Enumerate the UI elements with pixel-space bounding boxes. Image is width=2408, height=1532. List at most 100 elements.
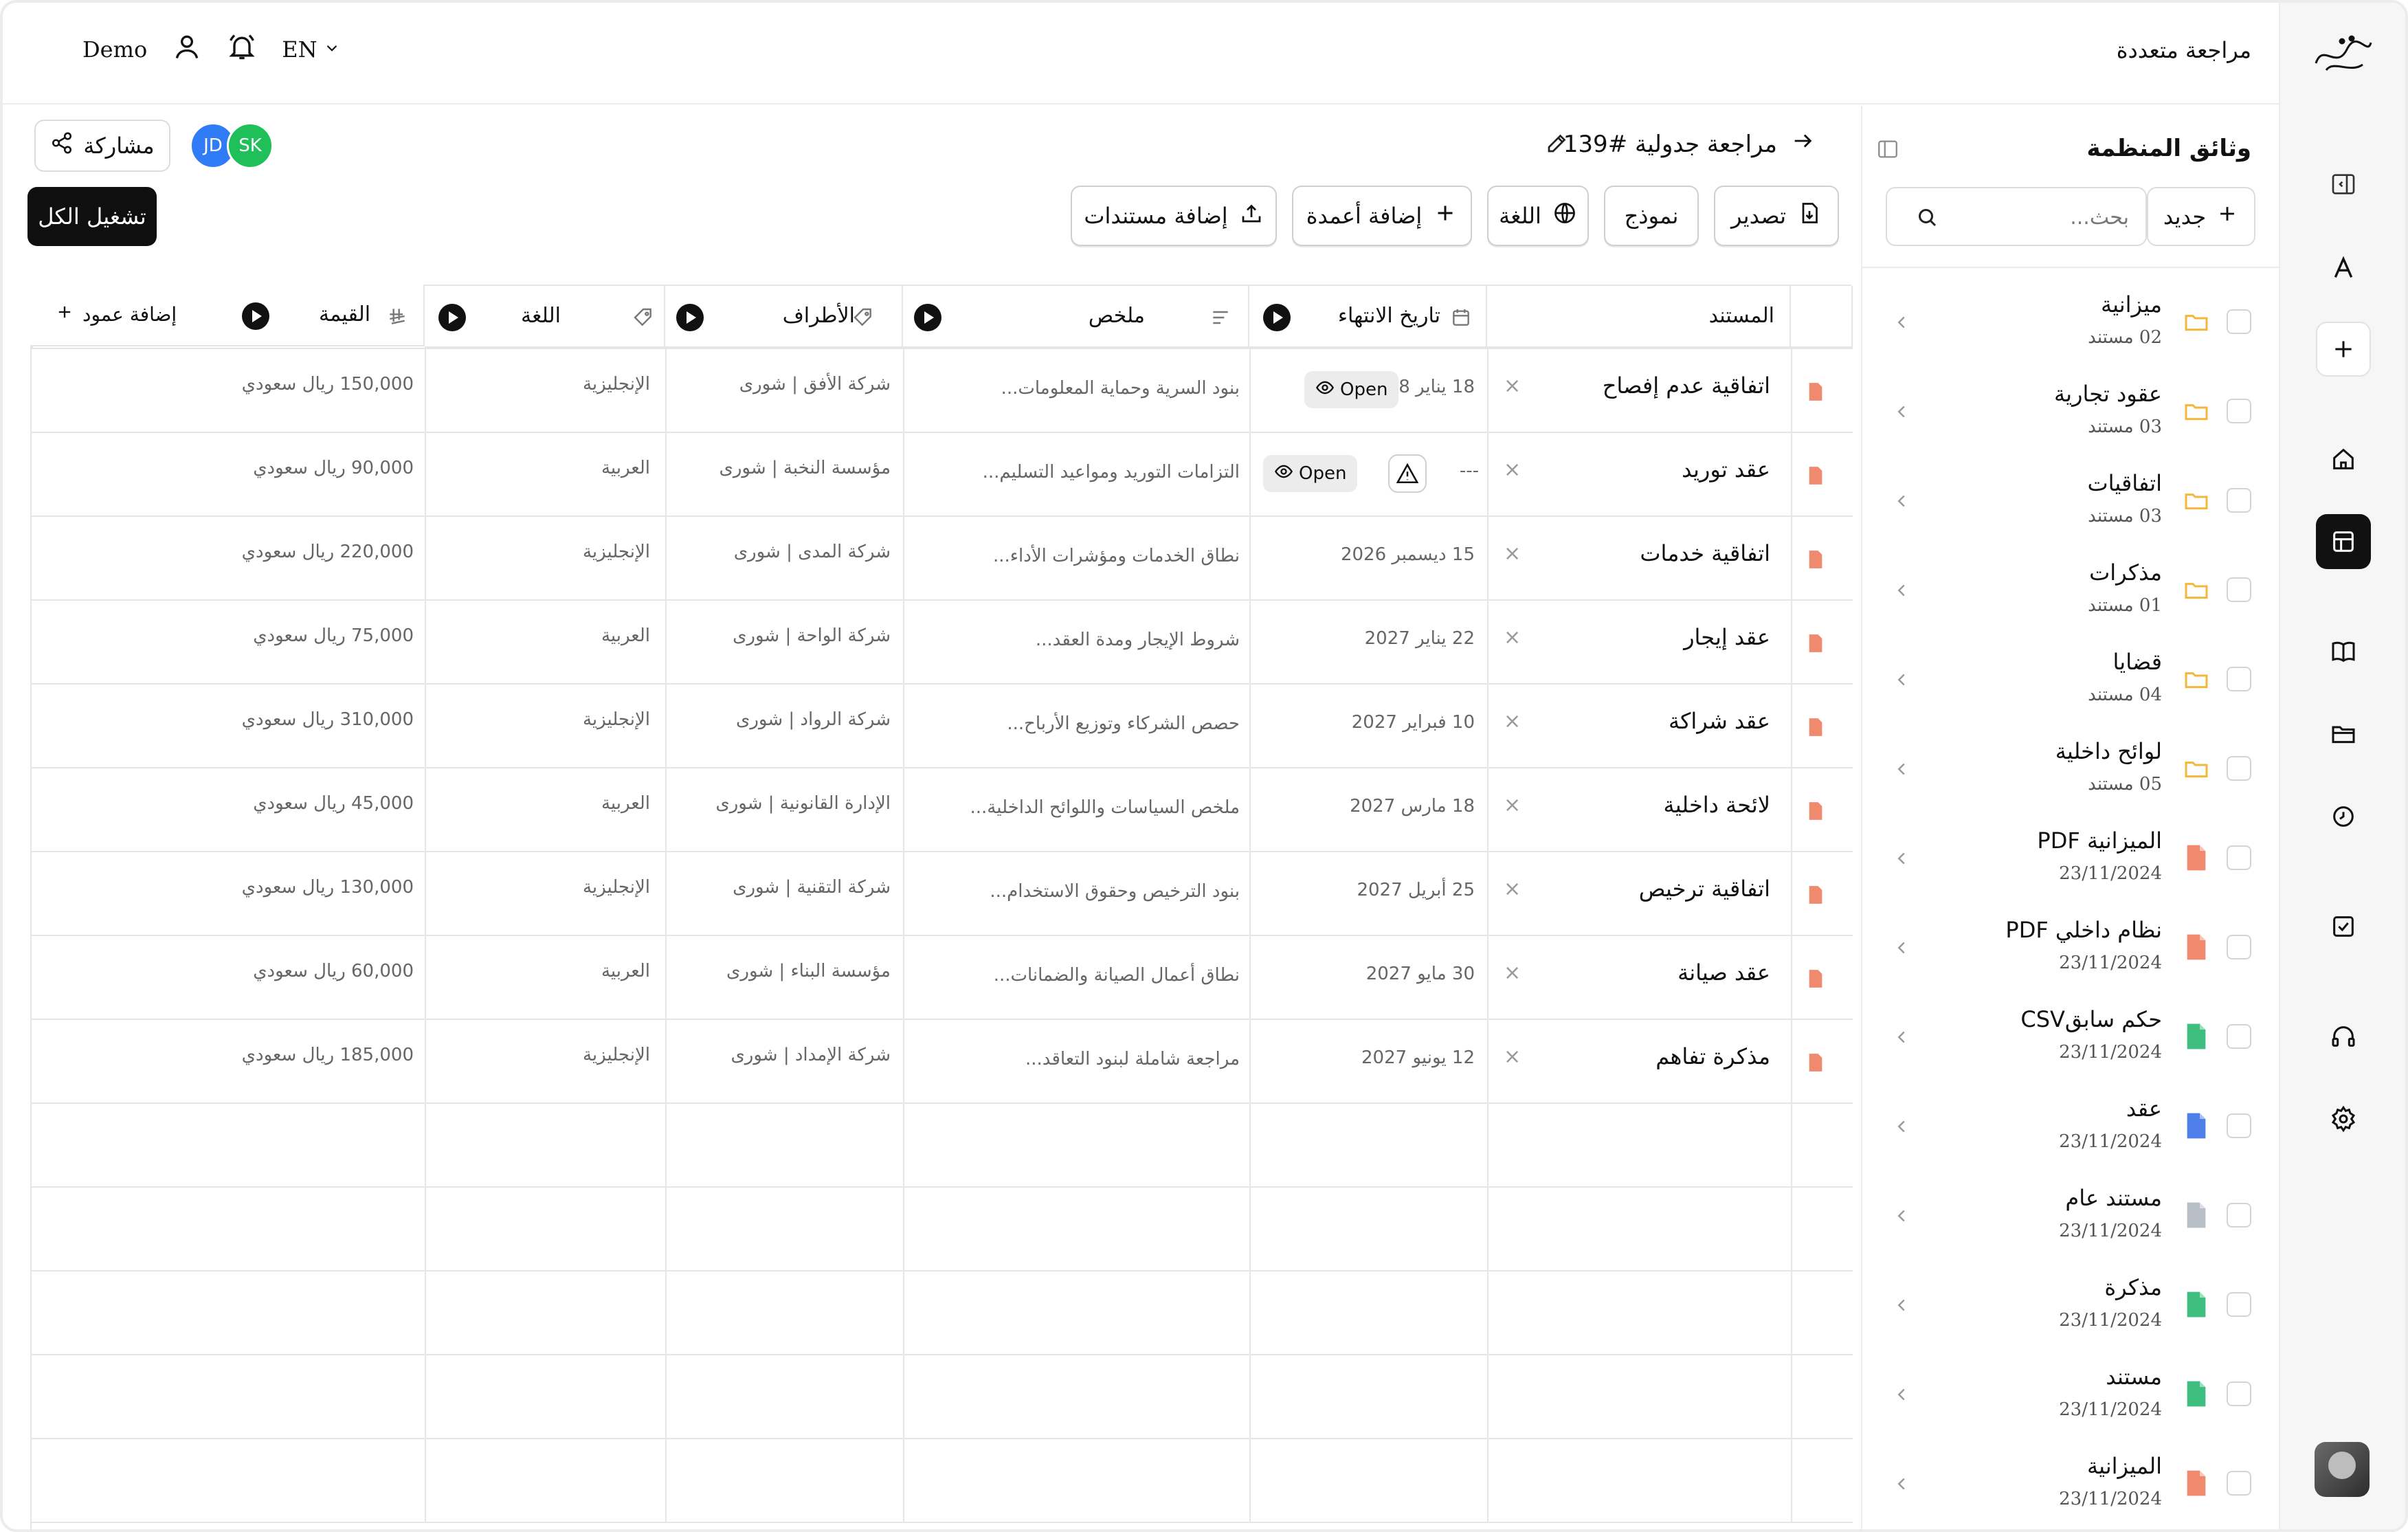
run-column-icon[interactable] [676, 304, 704, 331]
table-row[interactable]: عقد توريد × --- Open التزامات التوريد ومواعي… [32, 432, 1853, 515]
sidebar-document-item[interactable]: مستند عام 23/11/2024 [1862, 1173, 2279, 1262]
sidebar-document-item[interactable]: نظام داخلي PDF 23/11/2024 [1862, 904, 2279, 994]
sidebar-document-item[interactable]: الميزانية PDF 23/11/2024 [1862, 815, 2279, 904]
warning-icon[interactable] [1388, 454, 1427, 493]
chevron-left-icon[interactable] [1891, 1295, 1912, 1315]
home-icon[interactable] [2316, 432, 2371, 487]
sidebar-document-item[interactable]: لوائح داخلية 05 مستند [1862, 726, 2279, 815]
export-button[interactable]: تصدير [1714, 186, 1839, 246]
add-documents-button[interactable]: إضافة مستندات [1071, 186, 1277, 246]
document-name[interactable]: اتفاقية ترخيص [1639, 876, 1770, 902]
item-checkbox[interactable] [2227, 488, 2251, 513]
item-checkbox[interactable] [2227, 1381, 2251, 1406]
user-name[interactable]: Demo [82, 36, 147, 63]
open-document-button[interactable]: Open [1304, 371, 1399, 408]
item-checkbox[interactable] [2227, 1024, 2251, 1049]
item-checkbox[interactable] [2227, 1292, 2251, 1317]
chevron-left-icon[interactable] [1891, 848, 1912, 869]
item-checkbox[interactable] [2227, 577, 2251, 602]
item-checkbox[interactable] [2227, 845, 2251, 870]
chevron-left-icon[interactable] [1891, 1116, 1912, 1137]
document-name[interactable]: عقد إيجار [1684, 624, 1770, 650]
chevron-left-icon[interactable] [1891, 1384, 1912, 1405]
run-column-icon[interactable] [242, 302, 269, 330]
chevron-left-icon[interactable] [1891, 312, 1912, 333]
bell-icon[interactable] [227, 32, 257, 67]
add-column-button[interactable]: إضافة عمود [55, 302, 177, 326]
sidebar-document-item[interactable]: الميزانية 23/11/2024 [1862, 1441, 2279, 1529]
sidebar-document-item[interactable]: اتفاقيات 03 مستند [1862, 458, 2279, 547]
sidebar-document-item[interactable]: مستند 23/11/2024 [1862, 1351, 2279, 1441]
chevron-left-icon[interactable] [1891, 491, 1912, 511]
chevron-left-icon[interactable] [1891, 1474, 1912, 1494]
avatar[interactable]: SK [227, 122, 274, 169]
edit-title-icon[interactable] [1545, 131, 1570, 155]
chevron-left-icon[interactable] [1891, 580, 1912, 601]
profile-avatar[interactable] [2315, 1442, 2370, 1497]
item-checkbox[interactable] [2227, 667, 2251, 691]
open-document-button[interactable]: Open [1263, 455, 1358, 492]
column-header-language[interactable]: اللغة [425, 286, 665, 348]
user-icon[interactable] [172, 32, 202, 67]
clear-icon[interactable]: × [1504, 793, 1521, 817]
sidebar-document-item[interactable]: عقد 23/11/2024 [1862, 1083, 2279, 1173]
headset-icon[interactable] [2316, 1009, 2371, 1064]
search-input[interactable] [1950, 201, 2129, 234]
back-arrow-icon[interactable] [1791, 129, 1814, 159]
table-row[interactable]: اتفاقية خدمات × 15 ديسمبر 2026 نطاق الخدمات… [32, 515, 1853, 599]
clear-icon[interactable]: × [1504, 877, 1521, 901]
document-name[interactable]: لائحة داخلية [1664, 792, 1770, 818]
item-checkbox[interactable] [2227, 935, 2251, 959]
template-button[interactable]: نموذج [1604, 186, 1699, 246]
column-header-parties[interactable]: الأطراف [665, 286, 903, 348]
table-row[interactable]: عقد إيجار × 22 يناير 2027 شروط الإيجار ومدة… [32, 599, 1853, 683]
chevron-left-icon[interactable] [1891, 401, 1912, 422]
sidebar-document-item[interactable]: مذكرات 01 مستند [1862, 547, 2279, 636]
column-header-summary[interactable]: ملخص [903, 286, 1249, 348]
document-name[interactable]: عقد توريد [1682, 456, 1770, 482]
sidebar-toggle-icon[interactable] [2316, 157, 2371, 212]
document-name[interactable]: اتفاقية خدمات [1640, 540, 1770, 566]
item-checkbox[interactable] [2227, 1471, 2251, 1496]
item-checkbox[interactable] [2227, 399, 2251, 423]
chevron-left-icon[interactable] [1891, 669, 1912, 690]
chevron-left-icon[interactable] [1891, 759, 1912, 779]
brand-logo[interactable] [2309, 29, 2378, 81]
clear-icon[interactable]: × [1504, 458, 1521, 482]
checklist-icon[interactable] [2316, 899, 2371, 954]
add-icon[interactable] [2316, 322, 2371, 377]
collapse-panel-icon[interactable] [1876, 137, 1899, 161]
item-checkbox[interactable] [2227, 1113, 2251, 1138]
document-name[interactable]: عقد شراكة [1669, 708, 1770, 734]
item-checkbox[interactable] [2227, 1203, 2251, 1228]
column-header-expiry[interactable]: تاريخ الانتهاء [1249, 286, 1487, 348]
sidebar-document-item[interactable]: قضايا 04 مستند [1862, 636, 2279, 726]
language-button[interactable]: اللغة [1487, 186, 1589, 246]
clear-icon[interactable]: × [1504, 625, 1521, 650]
clear-icon[interactable]: × [1504, 374, 1521, 398]
folder-icon[interactable] [2316, 707, 2371, 762]
chevron-left-icon[interactable] [1891, 937, 1912, 958]
gear-icon[interactable] [2316, 1091, 2371, 1146]
language-selector[interactable]: EN [282, 36, 340, 63]
document-name[interactable]: مذكرة تفاهم [1656, 1043, 1770, 1069]
share-button[interactable]: مشاركة [34, 120, 170, 172]
book-icon[interactable] [2316, 624, 2371, 679]
sidebar-document-item[interactable]: مذكرة 23/11/2024 [1862, 1262, 2279, 1351]
add-columns-button[interactable]: إضافة أعمدة [1292, 186, 1472, 246]
chevron-left-icon[interactable] [1891, 1027, 1912, 1047]
sidebar-document-item[interactable]: حكم سابقCSV 23/11/2024 [1862, 994, 2279, 1083]
clock-icon[interactable] [2316, 789, 2371, 844]
item-checkbox[interactable] [2227, 756, 2251, 781]
clear-icon[interactable]: × [1504, 542, 1521, 566]
sidebar-document-item[interactable]: عقود تجارية 03 مستند [1862, 368, 2279, 458]
document-name[interactable]: عقد صيانة [1677, 959, 1770, 986]
table-row[interactable]: اتفاقية عدم إفصاح × 18 يناير 28 Open بنود ال… [32, 348, 1853, 432]
column-header-document[interactable]: المستند [1487, 286, 1791, 348]
clear-icon[interactable]: × [1504, 1045, 1521, 1069]
run-all-button[interactable]: تشغيل الكل [27, 187, 157, 246]
clear-icon[interactable]: × [1504, 961, 1521, 985]
new-document-button[interactable]: جديد [2147, 187, 2255, 246]
run-column-icon[interactable] [438, 304, 466, 331]
document-name[interactable]: اتفاقية عدم إفصاح [1603, 373, 1770, 399]
